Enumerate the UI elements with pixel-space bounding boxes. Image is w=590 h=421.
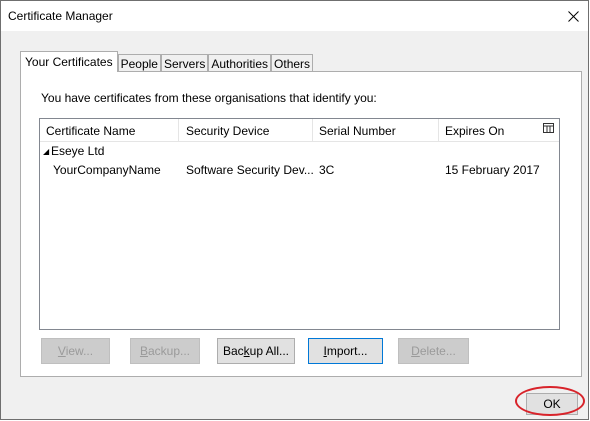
- title-bar: Certificate Manager: [1, 1, 588, 31]
- your-certificates-panel: You have certificates from these organis…: [20, 71, 582, 377]
- column-header-certificate-name[interactable]: Certificate Name: [46, 124, 135, 138]
- ok-button[interactable]: OK: [526, 393, 578, 415]
- window-title: Certificate Manager: [8, 9, 113, 23]
- tab-others[interactable]: Others: [271, 54, 314, 72]
- expander-icon[interactable]: ◢: [43, 147, 49, 156]
- close-icon: [567, 10, 579, 22]
- tree-group-row[interactable]: ◢ Eseye Ltd: [40, 142, 559, 162]
- tab-strip: Your Certificates People Servers Authori…: [20, 51, 314, 72]
- cell-certificate-name: YourCompanyName: [53, 163, 161, 177]
- tab-people[interactable]: People: [117, 54, 161, 72]
- column-separator[interactable]: [312, 119, 313, 141]
- delete-button[interactable]: Delete...: [398, 338, 469, 364]
- certificate-tree[interactable]: Certificate Name Security Device Serial …: [39, 118, 560, 330]
- column-header-serial-number[interactable]: Serial Number: [319, 124, 396, 138]
- cell-serial-number: 3C: [319, 163, 335, 177]
- column-header-expires-on[interactable]: Expires On: [445, 124, 504, 138]
- backup-all-button[interactable]: Backup All...: [217, 338, 295, 364]
- intro-text: You have certificates from these organis…: [41, 91, 377, 105]
- cell-expires-on: 15 February 2017: [445, 163, 540, 177]
- tab-servers[interactable]: Servers: [160, 54, 209, 72]
- view-button[interactable]: View...: [41, 338, 110, 364]
- cell-security-device: Software Security Dev...: [186, 163, 314, 177]
- list-header: Certificate Name Security Device Serial …: [40, 119, 559, 142]
- group-name: Eseye Ltd: [51, 144, 105, 158]
- tab-your-certificates[interactable]: Your Certificates: [20, 51, 118, 72]
- import-button[interactable]: Import...: [308, 338, 383, 364]
- certificate-manager-window: Certificate Manager Your Certificates Pe…: [0, 0, 589, 420]
- close-button[interactable]: [558, 1, 588, 31]
- tab-authorities[interactable]: Authorities: [208, 54, 272, 72]
- column-picker-icon[interactable]: [543, 123, 554, 134]
- column-header-security-device[interactable]: Security Device: [186, 124, 269, 138]
- column-separator[interactable]: [178, 119, 179, 141]
- column-separator[interactable]: [438, 119, 439, 141]
- backup-button[interactable]: Backup...: [130, 338, 200, 364]
- table-row[interactable]: YourCompanyName Software Security Dev...…: [40, 161, 559, 181]
